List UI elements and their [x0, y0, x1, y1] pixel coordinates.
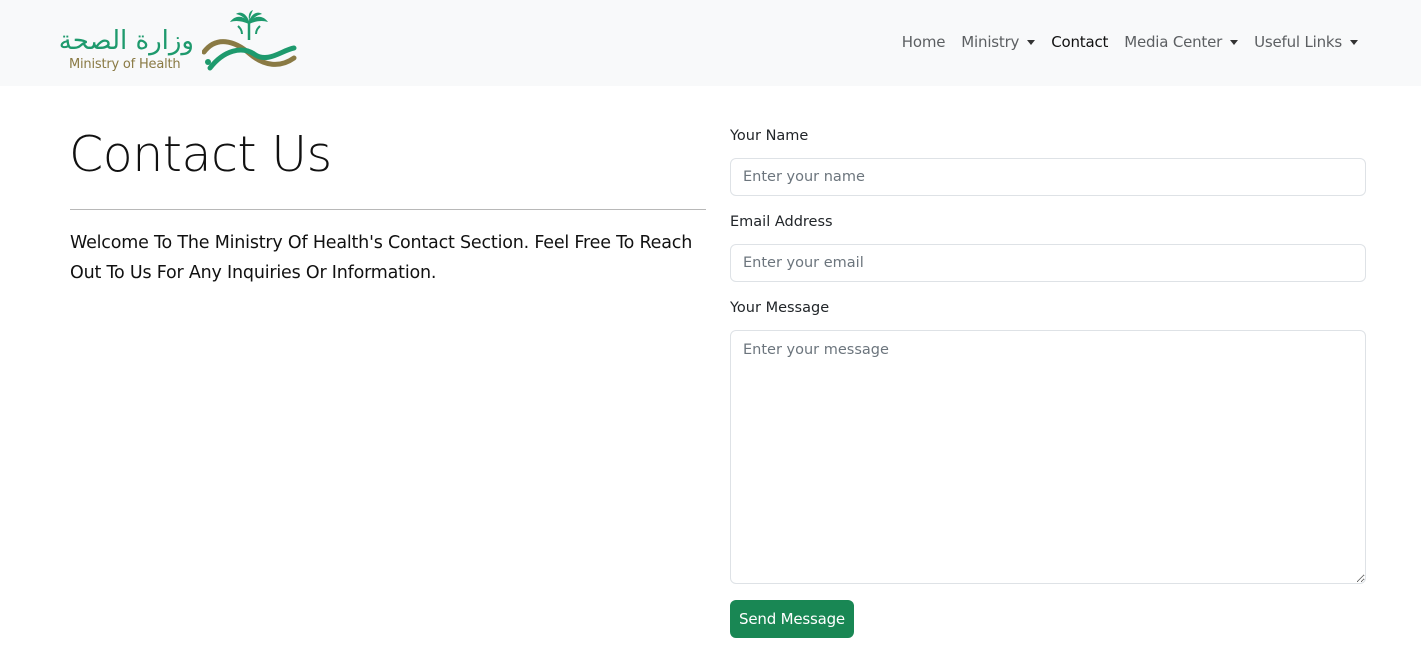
main-nav: Home Ministry Contact Media Center Usefu… — [886, 30, 1358, 54]
navbar: وزارة الصحة Ministry of Health Home Mini… — [0, 0, 1421, 86]
name-input[interactable] — [730, 158, 1366, 196]
email-label: Email Address — [730, 214, 833, 230]
brand-arabic-name: وزارة الصحة — [58, 26, 194, 56]
nav-item-label: Home — [901, 33, 946, 51]
name-label: Your Name — [730, 128, 809, 144]
brand-english-name: Ministry of Health — [69, 57, 181, 72]
nav-item-label: Ministry — [961, 33, 1020, 51]
message-label: Your Message — [730, 300, 830, 316]
nav-item-media-center[interactable]: Media Center — [1124, 30, 1239, 54]
brand-logo[interactable]: وزارة الصحة Ministry of Health — [58, 10, 298, 76]
nav-item-ministry[interactable]: Ministry — [961, 30, 1036, 54]
caret-down-icon — [1027, 39, 1036, 45]
email-input[interactable] — [730, 244, 1366, 282]
intro-text: Welcome To The Ministry Of Health's Cont… — [70, 233, 693, 283]
nav-item-label: Useful Links — [1254, 33, 1342, 51]
nav-item-useful-links[interactable]: Useful Links — [1254, 30, 1358, 54]
nav-item-home[interactable]: Home — [902, 30, 946, 54]
ministry-emblem-icon — [202, 10, 297, 71]
nav-item-label: Media Center — [1124, 33, 1223, 51]
caret-down-icon — [1230, 39, 1239, 45]
message-textarea[interactable] — [730, 330, 1366, 584]
nav-item-contact[interactable]: Contact — [1051, 30, 1108, 54]
page-title: Contact Us — [69, 126, 332, 183]
nav-item-label: Contact — [1051, 33, 1109, 51]
send-message-button[interactable]: Send Message — [730, 600, 854, 638]
caret-down-icon — [1350, 39, 1358, 45]
title-divider — [70, 209, 706, 210]
